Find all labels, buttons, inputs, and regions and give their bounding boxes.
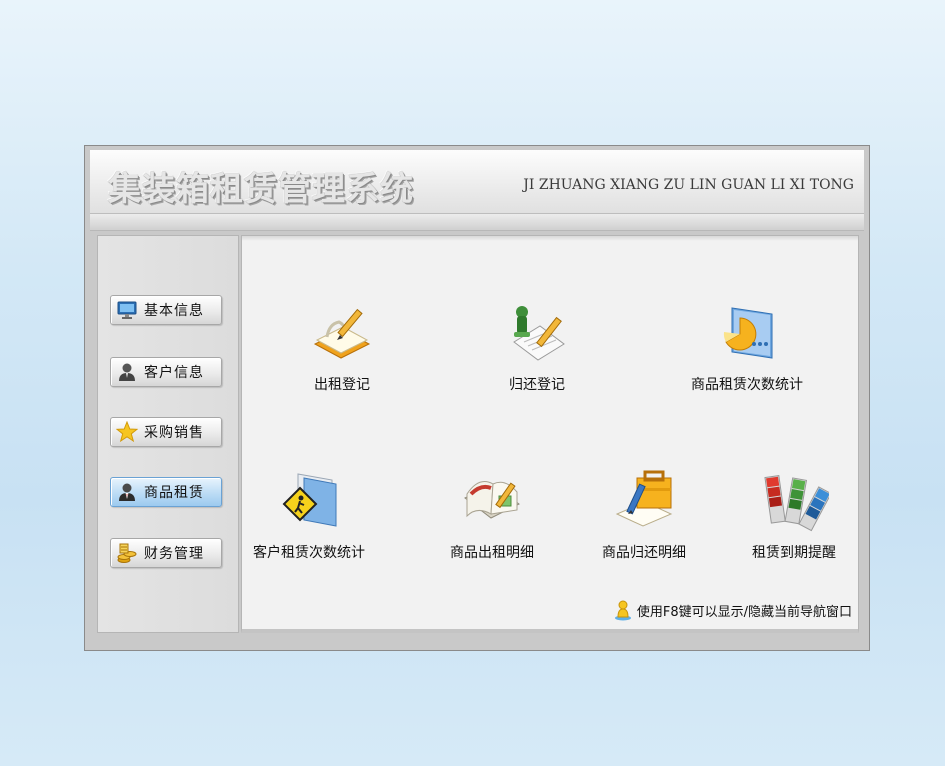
sidebar-item-goods-rental[interactable]: 商品租赁	[110, 477, 222, 507]
function-customer-rental-stats[interactable]: 客户租赁次数统计	[239, 470, 379, 570]
function-label: 租赁到期提醒	[752, 545, 836, 561]
sidebar-item-finance[interactable]: 财务管理	[110, 538, 222, 568]
function-rent-register[interactable]: 出租登记	[272, 302, 412, 402]
function-label: 商品租赁次数统计	[691, 377, 803, 393]
pie-chart-folder-icon	[712, 302, 782, 366]
document-pencil-icon	[502, 302, 572, 366]
notebook-pencil-icon	[307, 302, 377, 366]
function-goods-return-details[interactable]: 商品归还明细	[574, 470, 714, 570]
sidebar-item-basic-info[interactable]: 基本信息	[110, 295, 222, 325]
app-title: 集装箱租赁管理系统	[108, 169, 414, 208]
function-return-register[interactable]: 归还登记	[467, 302, 607, 402]
panel-top-shade	[242, 236, 858, 241]
user-icon	[116, 361, 138, 383]
hint-text: 使用F8键可以显示/隐藏当前导航窗口	[636, 604, 852, 620]
sidebar-item-label: 财务管理	[144, 546, 204, 562]
function-label: 出租登记	[314, 377, 370, 393]
function-label: 归还登记	[509, 377, 565, 393]
banner-strip	[90, 213, 864, 230]
sidebar-item-label: 基本信息	[144, 303, 204, 319]
function-label: 商品出租明细	[450, 545, 534, 561]
sidebar-item-label: 采购销售	[144, 425, 204, 441]
color-swatch-icon	[759, 470, 829, 534]
sign-folder-icon	[274, 470, 344, 534]
sidebar-item-customer-info[interactable]: 客户信息	[110, 357, 222, 387]
monitor-icon	[116, 299, 138, 321]
sidebar-item-label: 客户信息	[144, 365, 204, 381]
function-goods-rental-stats[interactable]: 商品租赁次数统计	[677, 302, 817, 402]
info-person-icon	[613, 599, 633, 621]
header-banner: 集装箱租赁管理系统 JI ZHUANG XIANG ZU LIN GUAN LI…	[90, 150, 864, 231]
star-icon	[116, 421, 138, 443]
app-subtitle: JI ZHUANG XIANG ZU LIN GUAN LI XI TONG	[523, 177, 854, 193]
manager-icon	[116, 481, 138, 503]
f8-hint: 使用F8键可以显示/隐藏当前导航窗口	[613, 599, 852, 621]
function-label: 商品归还明细	[602, 545, 686, 561]
app-window: 集装箱租赁管理系统 JI ZHUANG XIANG ZU LIN GUAN LI…	[84, 145, 870, 651]
function-rental-expiry-reminder[interactable]: 租赁到期提醒	[724, 470, 864, 570]
open-book-icon	[457, 470, 527, 534]
sidebar-item-purchase-sales[interactable]: 采购销售	[110, 417, 222, 447]
function-goods-rent-details[interactable]: 商品出租明细	[422, 470, 562, 570]
coins-icon	[116, 542, 138, 564]
sidebar-nav: 基本信息 客户信息 采购销售 商品租赁 财务管理	[97, 235, 239, 633]
sidebar-item-label: 商品租赁	[144, 485, 204, 501]
main-panel: 出租登记 归还登记 商品租赁次数统计 客户租赁次数统计 商品出租明细 商品归还明…	[241, 235, 859, 633]
function-label: 客户租赁次数统计	[253, 545, 365, 561]
briefcase-pencil-icon	[609, 470, 679, 534]
